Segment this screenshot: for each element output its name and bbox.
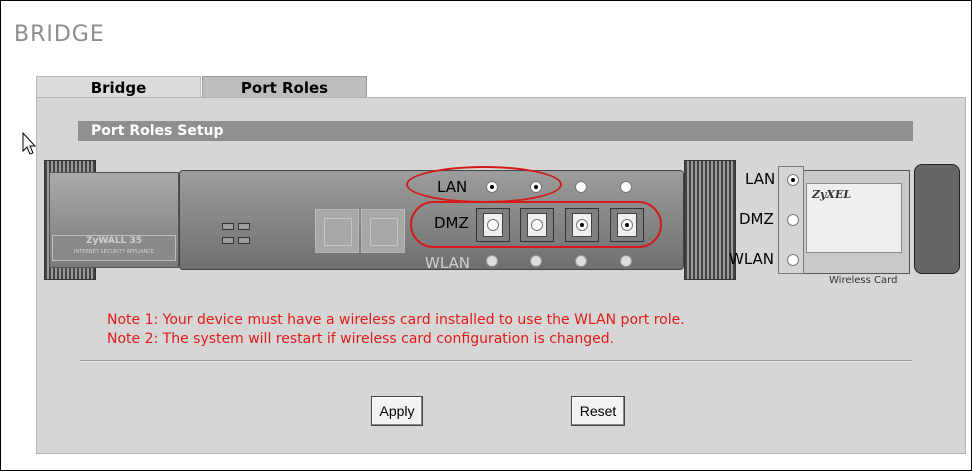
- wireless-card-end: [914, 164, 960, 274]
- apply-button[interactable]: Apply: [371, 396, 423, 426]
- note-1: Note 1: Your device must have a wireless…: [107, 312, 685, 328]
- status-led: [238, 223, 250, 230]
- mouse-pointer-icon: [22, 132, 36, 155]
- card-wlan-radio[interactable]: [787, 254, 799, 266]
- card-dmz-label: DMZ: [739, 210, 774, 228]
- wireless-card-logo: ZyXEL: [812, 188, 852, 201]
- status-led: [222, 223, 234, 230]
- tab-port-roles[interactable]: Port Roles: [202, 76, 367, 98]
- card-lan-radio[interactable]: [787, 174, 799, 186]
- status-led: [238, 237, 250, 244]
- port1-wlan-radio[interactable]: [486, 255, 498, 267]
- dmz-highlight-ellipse: [410, 201, 662, 248]
- port3-wlan-radio[interactable]: [575, 255, 587, 267]
- wireless-card-caption: Wireless Card: [829, 275, 898, 286]
- page-title: BRIDGE: [14, 22, 105, 47]
- lan-highlight-ellipse: [406, 166, 562, 203]
- section-title: Port Roles Setup: [91, 123, 224, 139]
- divider: [80, 360, 912, 362]
- card-dmz-radio[interactable]: [787, 214, 799, 226]
- device-brand-subtitle: INTERNET SECURITY APPLIANCE: [73, 249, 155, 255]
- reset-button[interactable]: Reset: [571, 396, 625, 426]
- port2-wlan-radio[interactable]: [530, 255, 542, 267]
- card-wlan-label: WLAN: [729, 250, 775, 268]
- device-brand-plate: ZyWALL 35 INTERNET SECURITY APPLIANCE: [52, 235, 176, 261]
- note-2: Note 2: The system will restart if wirel…: [107, 331, 615, 347]
- status-led: [222, 237, 234, 244]
- port4-lan-radio[interactable]: [620, 181, 632, 193]
- wan-port-2: [361, 209, 405, 253]
- device-brand-name: ZyWALL 35: [85, 236, 142, 246]
- card-lan-label: LAN: [745, 170, 776, 188]
- device-front-left: ZyWALL 35 INTERNET SECURITY APPLIANCE: [49, 172, 179, 268]
- port4-wlan-radio[interactable]: [620, 255, 632, 267]
- wan-port-1: [315, 209, 359, 253]
- tab-bridge[interactable]: Bridge: [36, 76, 201, 98]
- wlan-row-label: WLAN: [425, 254, 471, 272]
- port3-lan-radio[interactable]: [575, 181, 587, 193]
